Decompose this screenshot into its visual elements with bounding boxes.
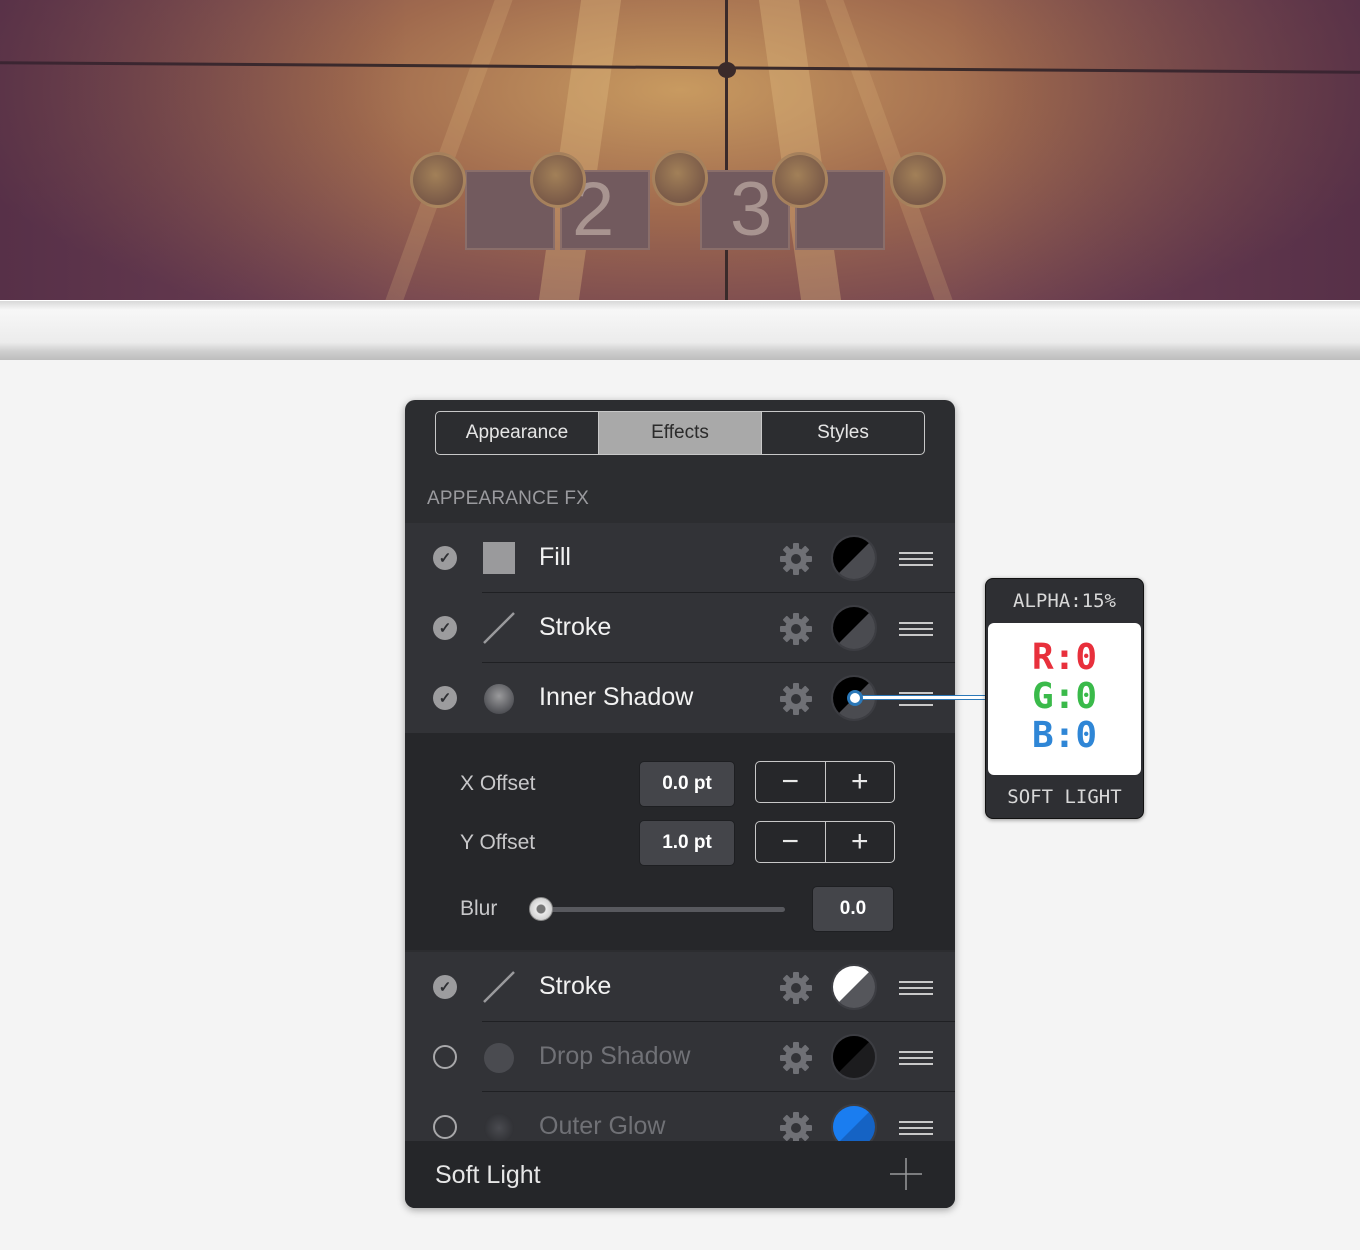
drag-handle-icon[interactable] <box>899 981 933 995</box>
inner-shadow-settings: X Offset 0.0 pt − + Y Offset 1.0 pt − + … <box>405 733 955 950</box>
gear-icon[interactable] <box>779 1041 813 1075</box>
gear-icon[interactable] <box>779 971 813 1005</box>
x-offset-field[interactable]: 0.0 pt <box>639 761 735 807</box>
shadow-circle-icon <box>484 684 514 714</box>
glow-circle-icon <box>484 1113 514 1143</box>
section-title: APPEARANCE FX <box>427 488 590 509</box>
tab-appearance[interactable]: Appearance <box>436 412 599 454</box>
line-stroke-icon <box>483 971 515 1003</box>
shadow-circle-icon <box>484 1043 514 1073</box>
checkmark-icon[interactable]: ✓ <box>433 616 457 640</box>
unchecked-circle-icon[interactable]: ✓ <box>433 1115 457 1139</box>
effect-row-stroke-2[interactable]: ✓ Stroke <box>405 952 955 1022</box>
add-icon[interactable] <box>889 1157 923 1191</box>
plus-button[interactable]: + <box>826 822 895 862</box>
appearance-panel: Appearance Effects Styles APPEARANCE FX … <box>405 400 955 1208</box>
drag-handle-icon[interactable] <box>899 622 933 636</box>
effect-label: Fill <box>539 543 571 571</box>
callout-connector <box>855 695 987 700</box>
effect-label: Stroke <box>539 972 612 1000</box>
line-stroke-icon <box>483 612 515 644</box>
alpha-readout: ALPHA:15% <box>1013 590 1116 612</box>
drag-handle-icon[interactable] <box>899 1121 933 1135</box>
checkmark-icon[interactable]: ✓ <box>433 686 457 710</box>
callout-anchor-dot <box>847 690 863 706</box>
y-offset-field[interactable]: 1.0 pt <box>639 820 735 866</box>
black-gray-swatch[interactable] <box>831 605 877 651</box>
checkmark-icon[interactable]: ✓ <box>433 975 457 999</box>
drag-handle-icon[interactable] <box>899 552 933 566</box>
blue-value: B:0 <box>1031 715 1098 756</box>
blend-mode-label[interactable]: Soft Light <box>435 1161 541 1190</box>
x-offset-label: X Offset <box>460 772 536 795</box>
effect-label: Inner Shadow <box>539 683 694 711</box>
effect-label: Stroke <box>539 613 612 641</box>
effect-row-fill[interactable]: ✓ Fill <box>405 523 955 593</box>
effect-label: Outer Glow <box>539 1112 666 1140</box>
gear-icon[interactable] <box>779 542 813 576</box>
drag-handle-icon[interactable] <box>899 1051 933 1065</box>
toolbar-strip <box>0 300 1360 360</box>
white-gray-swatch[interactable] <box>831 964 877 1010</box>
x-offset-stepper: − + <box>755 761 895 803</box>
blur-value-field[interactable]: 0.0 <box>812 886 894 932</box>
effect-row-drop-shadow[interactable]: ✓ Drop Shadow <box>405 1022 955 1092</box>
black-gray-swatch[interactable] <box>831 535 877 581</box>
effect-label: Drop Shadow <box>539 1042 691 1070</box>
blur-slider-track[interactable] <box>540 907 785 912</box>
minus-button[interactable]: − <box>756 822 826 862</box>
plus-button[interactable]: + <box>826 762 895 802</box>
unchecked-circle-icon[interactable]: ✓ <box>433 1045 457 1069</box>
y-offset-label: Y Offset <box>460 831 536 854</box>
rgb-card: R:0 G:0 B:0 <box>988 623 1141 775</box>
gear-icon[interactable] <box>779 612 813 646</box>
tab-effects[interactable]: Effects <box>599 412 762 454</box>
header-photo: 2 3 <box>0 0 1360 300</box>
black-swatch[interactable] <box>831 1034 877 1080</box>
tab-styles[interactable]: Styles <box>762 412 924 454</box>
blend-mode-readout: SOFT LIGHT <box>1007 786 1122 808</box>
green-value: G:0 <box>1031 676 1098 717</box>
panel-footer: Soft Light <box>405 1141 955 1208</box>
gear-icon[interactable] <box>779 682 813 716</box>
checkmark-icon[interactable]: ✓ <box>433 546 457 570</box>
blur-label: Blur <box>460 897 498 920</box>
y-offset-stepper: − + <box>755 821 895 863</box>
red-value: R:0 <box>1031 637 1098 678</box>
effect-row-stroke[interactable]: ✓ Stroke <box>405 593 955 663</box>
gear-icon[interactable] <box>779 1111 813 1145</box>
color-callout: ALPHA:15% R:0 G:0 B:0 SOFT LIGHT <box>985 578 1144 819</box>
square-fill-icon <box>483 542 515 574</box>
blur-slider-knob[interactable] <box>529 897 553 921</box>
tab-bar: Appearance Effects Styles <box>435 411 925 455</box>
minus-button[interactable]: − <box>756 762 826 802</box>
